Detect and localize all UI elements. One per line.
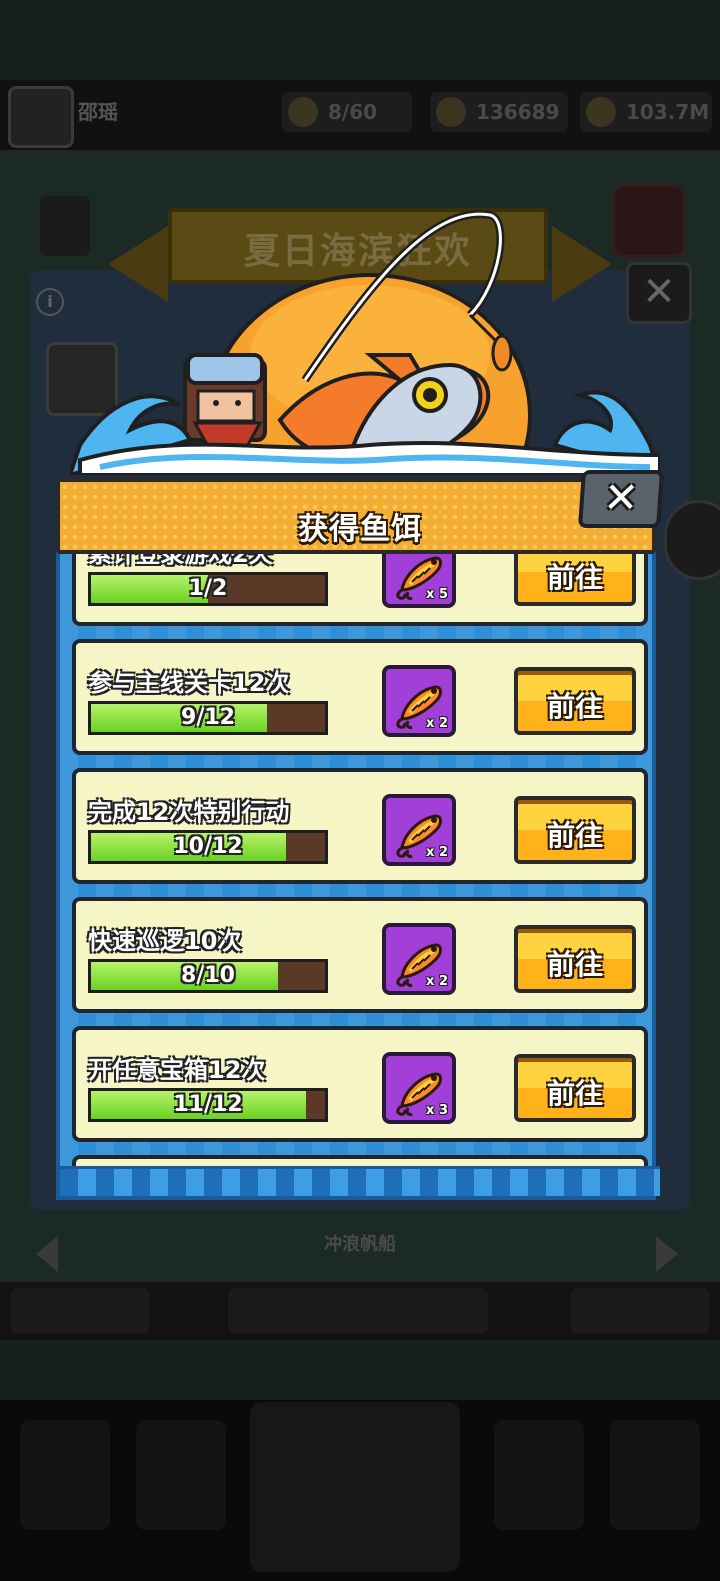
popup-title-bar: 获得鱼饵 [56, 478, 656, 554]
nav-battle-icon [250, 1402, 460, 1572]
task-progress-bar: 8/10 [88, 959, 328, 993]
go-button[interactable]: 前往 [514, 550, 636, 606]
bg-button-left [10, 1288, 150, 1334]
reward-item[interactable]: x 5 [382, 550, 456, 608]
task-progress-bar: 11/12 [88, 1088, 328, 1122]
popup-footer-strip [60, 1166, 660, 1196]
task-title: 参与主线关卡12次 [88, 669, 290, 697]
reward-item[interactable]: x 3 [382, 1052, 456, 1124]
nav-base-icon [494, 1420, 584, 1530]
task-progress-bar: 1/2 [88, 572, 328, 606]
reward-item[interactable]: x 2 [382, 923, 456, 995]
gem-counter: 103.7M [580, 92, 712, 132]
task-progress-text: 8/10 [181, 963, 235, 988]
task-progress-text: 11/12 [173, 1092, 243, 1117]
gem-icon [586, 97, 616, 127]
bg-button-middle [228, 1288, 488, 1334]
task-progress-text: 9/12 [181, 705, 235, 730]
go-button-label: 前往 [546, 561, 603, 594]
bait-popup: 累计登录游戏2天 1/2 x 5 前往 参与主线关卡12次 9/12 x 2 前… [56, 470, 665, 1200]
go-button-label: 前往 [546, 819, 603, 852]
info-icon: i [36, 288, 64, 316]
nav-map-icon [610, 1420, 700, 1530]
reward-quantity: x 5 [426, 587, 448, 602]
energy-icon [288, 97, 318, 127]
task-title: 快速巡逻10次 [88, 927, 242, 955]
fishing-header-art [66, 205, 664, 557]
gold-counter: 136689 [430, 92, 568, 132]
go-button-label: 前往 [546, 1077, 603, 1110]
task-row: 累计登录游戏2天 1/2 x 5 前往 [72, 550, 648, 626]
go-button[interactable]: 前往 [514, 796, 636, 864]
task-title: 开任意宝箱12次 [88, 1056, 266, 1084]
go-button[interactable]: 前往 [514, 667, 636, 735]
reward-item[interactable]: x 2 [382, 794, 456, 866]
close-icon[interactable]: ✕ [582, 473, 659, 524]
task-progress-bar: 9/12 [88, 701, 328, 735]
go-button[interactable]: 前往 [514, 925, 636, 993]
task-title: 完成12次特别行动 [88, 798, 290, 826]
ship-label: 冲浪帆船 [324, 1234, 396, 1255]
popup-title: 获得鱼饵 [298, 512, 422, 547]
task-row: 参与主线关卡12次 9/12 x 2 前往 [72, 639, 648, 755]
fishing-illustration [66, 210, 664, 557]
go-button[interactable]: 前往 [514, 1054, 636, 1122]
nav-shop-icon [20, 1420, 110, 1530]
task-progress-text: 1/2 [188, 576, 228, 601]
task-progress-bar: 10/12 [88, 830, 328, 864]
reward-quantity: x 2 [426, 974, 448, 989]
task-row: 完成12次特别行动 10/12 x 2 前往 [72, 768, 648, 884]
tiktok-float-icon [664, 500, 720, 580]
nav-hero-icon [136, 1420, 226, 1530]
go-button-label: 前往 [546, 690, 603, 723]
reward-quantity: x 2 [426, 716, 448, 731]
task-list[interactable]: 累计登录游戏2天 1/2 x 5 前往 参与主线关卡12次 9/12 x 2 前… [68, 550, 652, 1168]
energy-counter: 8/60 [282, 92, 412, 132]
go-button-label: 前往 [546, 948, 603, 981]
bg-button-right [570, 1288, 710, 1334]
reward-quantity: x 2 [426, 845, 448, 860]
profile-name: 邵瑶 [78, 100, 118, 124]
reward-quantity: x 3 [426, 1103, 448, 1118]
task-row: 快速巡逻10次 8/10 x 2 前往 [72, 897, 648, 1013]
coin-icon [436, 97, 466, 127]
popup-body: 累计登录游戏2天 1/2 x 5 前往 参与主线关卡12次 9/12 x 2 前… [56, 550, 660, 1200]
next-arrow-icon [656, 1236, 678, 1272]
close-button[interactable]: ✕ [577, 470, 665, 528]
task-progress-text: 10/12 [173, 834, 243, 859]
task-row: 开任意宝箱12次 11/12 x 3 前往 [72, 1026, 648, 1142]
reward-item[interactable]: x 2 [382, 665, 456, 737]
avatar [8, 86, 74, 148]
